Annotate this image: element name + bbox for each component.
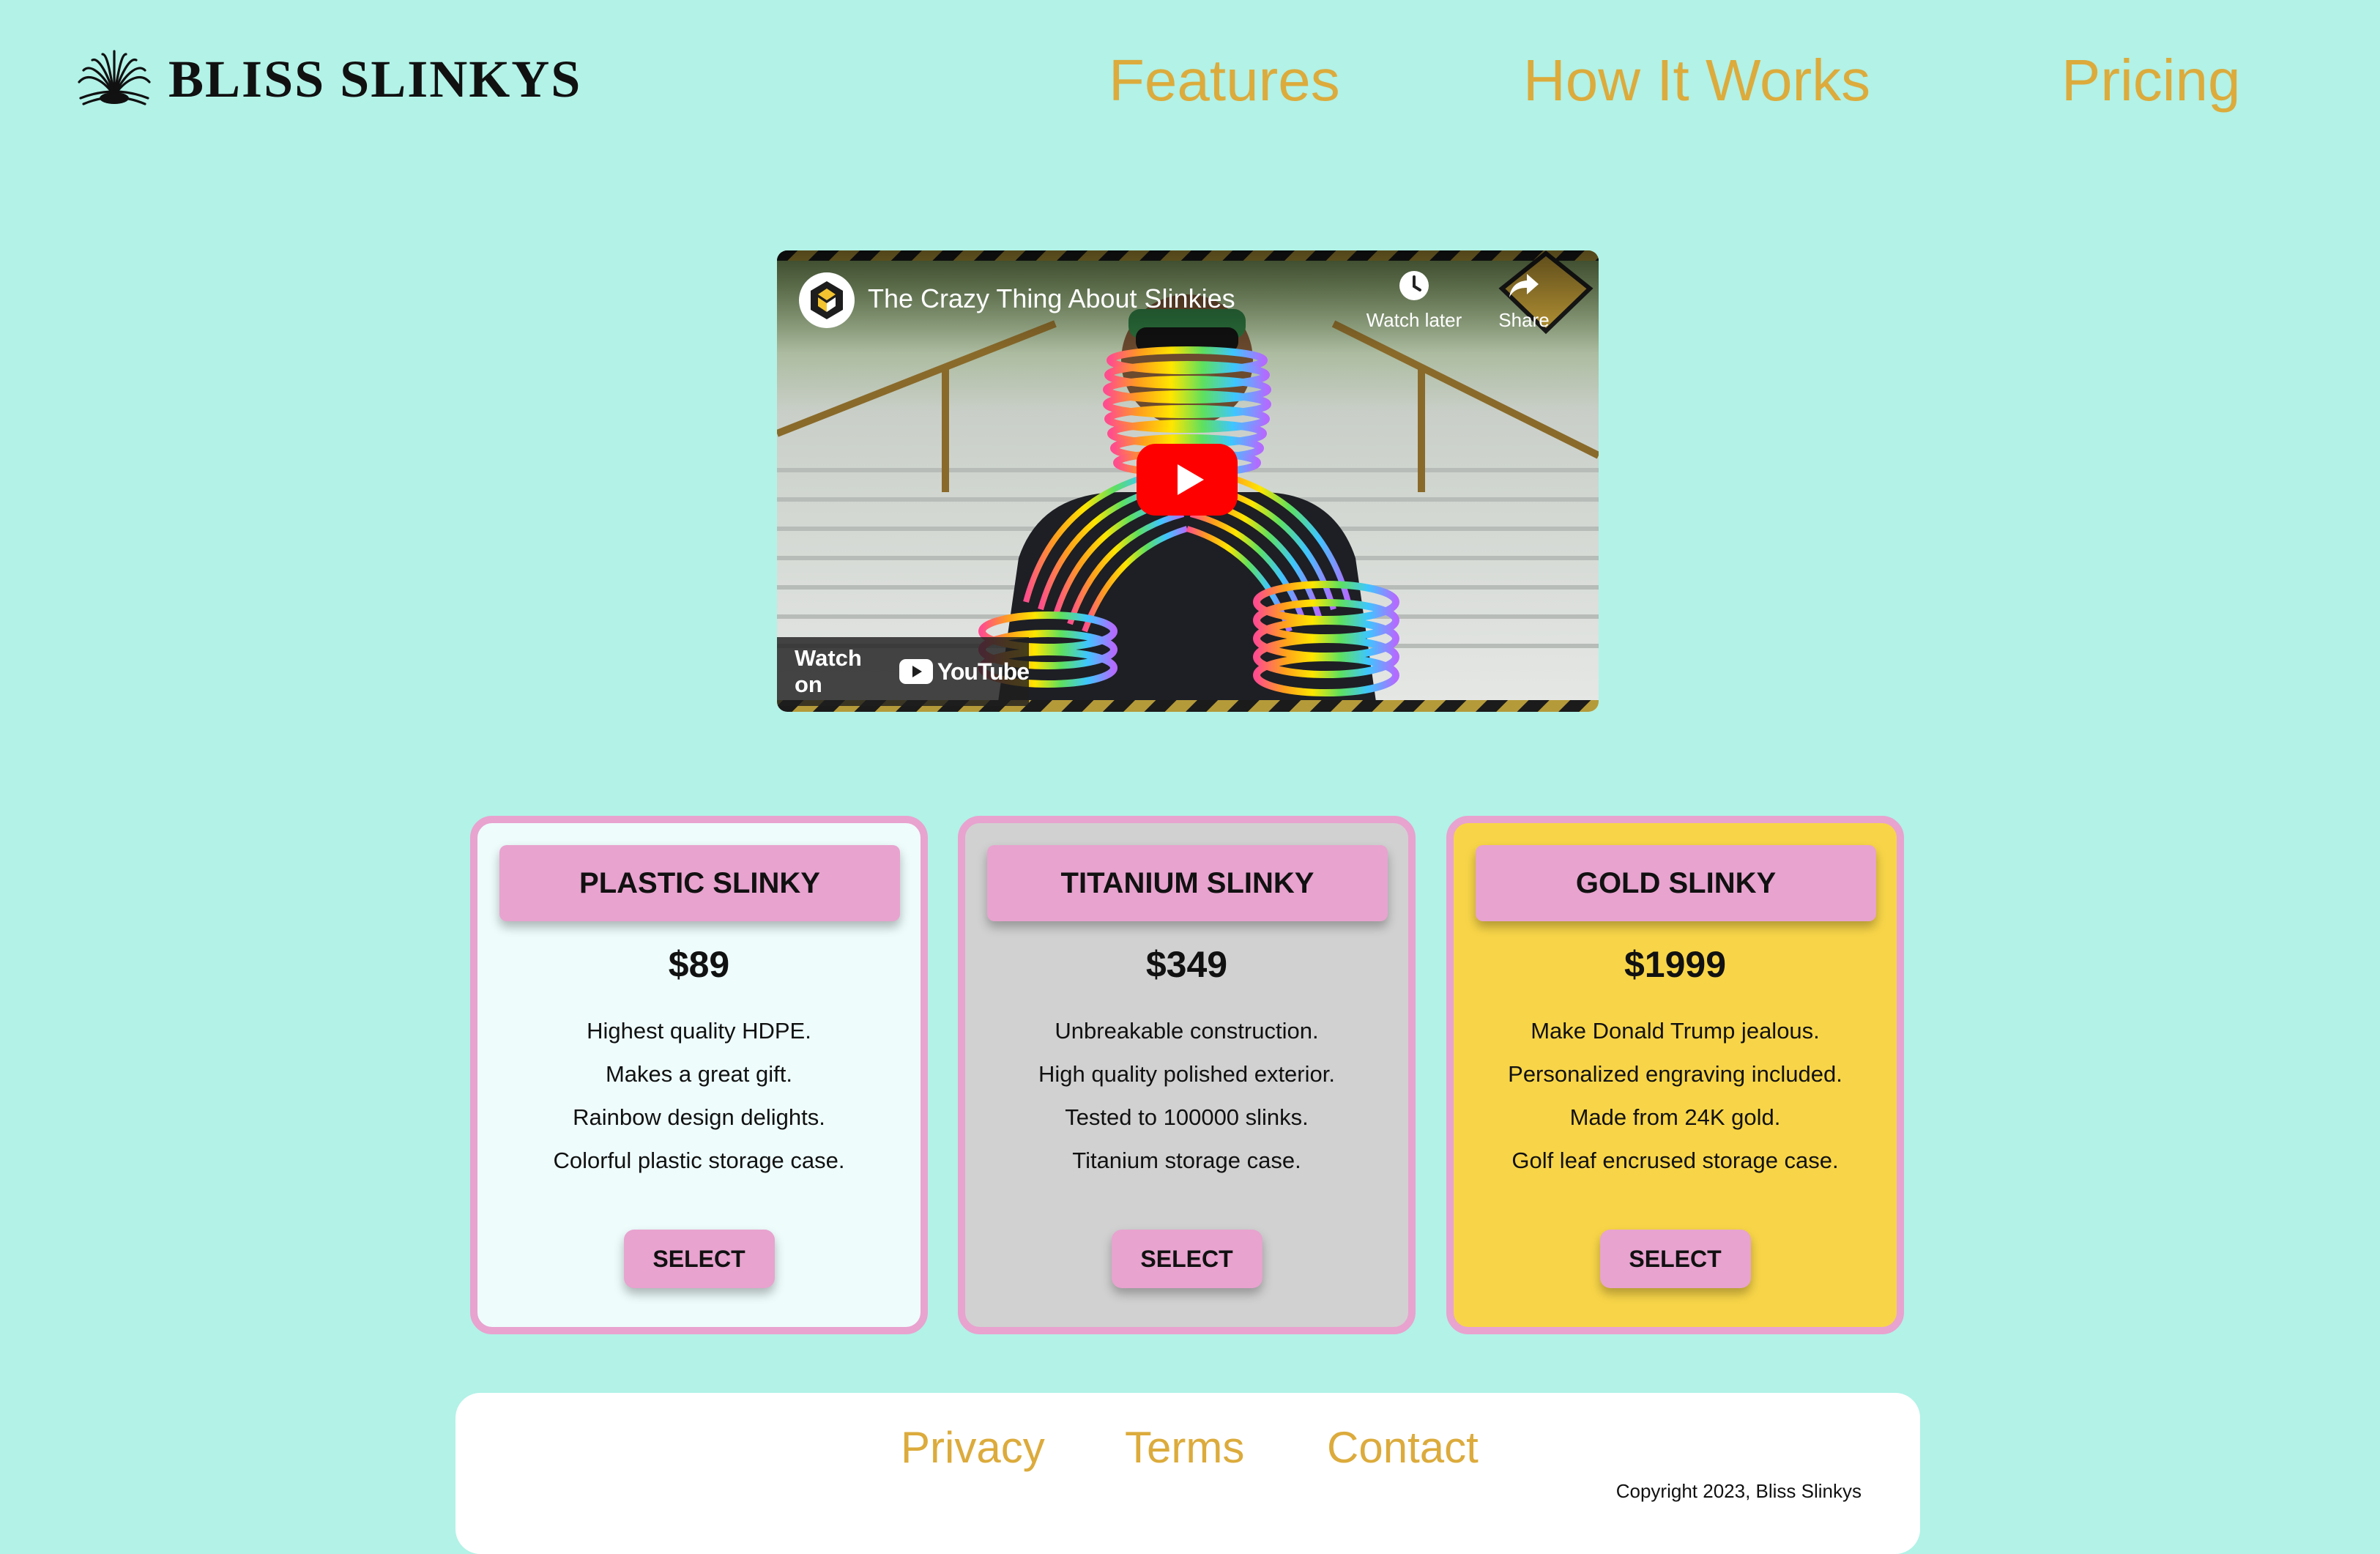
copyright-text: Copyright 2023, Bliss Slinkys <box>1615 1480 1862 1502</box>
plan-card-gold: GOLD SLINKY $1999 Make Donald Trump jeal… <box>1446 816 1904 1334</box>
footer-link-privacy[interactable]: Privacy <box>901 1419 1045 1477</box>
plan-feature-list: Unbreakable construction. High quality p… <box>965 1009 1408 1182</box>
play-button[interactable] <box>1137 444 1238 516</box>
brand-logo[interactable]: BLISS SLINKYS <box>73 50 581 108</box>
plan-card-titanium: TITANIUM SLINKY $349 Unbreakable constru… <box>958 816 1416 1334</box>
nav-link-features[interactable]: Features <box>1109 44 1340 117</box>
plan-feature: Unbreakable construction. <box>1055 1018 1319 1044</box>
channel-logo-icon <box>811 281 843 319</box>
share-button[interactable]: Share <box>1480 268 1568 332</box>
plan-name: TITANIUM SLINKY <box>987 845 1388 921</box>
youtube-play-icon <box>899 659 933 684</box>
plan-feature: Highest quality HDPE. <box>587 1018 811 1044</box>
plan-price: $349 <box>1145 944 1228 985</box>
plan-feature: Titanium storage case. <box>1072 1148 1301 1173</box>
video-player[interactable]: The Crazy Thing About Slinkies Watch lat… <box>777 250 1599 712</box>
youtube-wordmark: YouTube <box>937 658 1030 685</box>
footer-link-terms[interactable]: Terms <box>1125 1419 1244 1477</box>
plan-feature: Tested to 100000 slinks. <box>1065 1104 1309 1130</box>
plan-name: PLASTIC SLINKY <box>499 845 900 921</box>
nav-link-how-it-works[interactable]: How It Works <box>1523 44 1870 117</box>
plan-feature: Colorful plastic storage case. <box>553 1148 845 1173</box>
select-plastic-button[interactable]: SELECT <box>623 1230 775 1288</box>
brand-name: BLISS SLINKYS <box>168 50 582 108</box>
footer: Privacy Terms Contact Copyright 2023, Bl… <box>455 1393 1920 1554</box>
video-title[interactable]: The Crazy Thing About Slinkies <box>868 280 1235 318</box>
watch-later-label: Watch later <box>1366 309 1462 331</box>
select-titanium-button[interactable]: SELECT <box>1111 1230 1262 1288</box>
plan-feature: Rainbow design delights. <box>573 1104 825 1130</box>
youtube-logo: YouTube <box>899 658 1030 685</box>
nav-link-pricing[interactable]: Pricing <box>2061 44 2241 117</box>
watch-later-button[interactable]: Watch later <box>1356 268 1473 332</box>
plan-feature: Made from 24K gold. <box>1569 1104 1781 1130</box>
plan-feature: High quality polished exterior. <box>1038 1061 1335 1087</box>
plan-price: $89 <box>668 944 730 985</box>
slinky-fan-icon <box>78 50 151 105</box>
footer-link-contact[interactable]: Contact <box>1327 1419 1479 1477</box>
plan-feature: Make Donald Trump jealous. <box>1531 1018 1820 1044</box>
plan-name: GOLD SLINKY <box>1476 845 1876 921</box>
plan-card-plastic: PLASTIC SLINKY $89 Highest quality HDPE.… <box>470 816 928 1334</box>
channel-avatar[interactable] <box>799 272 855 328</box>
clock-icon <box>1399 271 1429 300</box>
share-label: Share <box>1498 309 1550 331</box>
plan-feature-list: Highest quality HDPE. Makes a great gift… <box>477 1009 921 1182</box>
plan-feature-list: Make Donald Trump jealous. Personalized … <box>1454 1009 1897 1182</box>
plan-feature: Makes a great gift. <box>605 1061 792 1087</box>
plan-feature: Golf leaf encrused storage case. <box>1511 1148 1839 1173</box>
share-arrow-icon <box>1509 274 1539 297</box>
watch-on-youtube-link[interactable]: Watch on YouTube <box>777 637 1030 706</box>
watch-on-label: Watch on <box>795 645 862 697</box>
plan-price: $1999 <box>1624 944 1727 985</box>
plan-feature: Personalized engraving included. <box>1508 1061 1842 1087</box>
select-gold-button[interactable]: SELECT <box>1599 1230 1751 1288</box>
